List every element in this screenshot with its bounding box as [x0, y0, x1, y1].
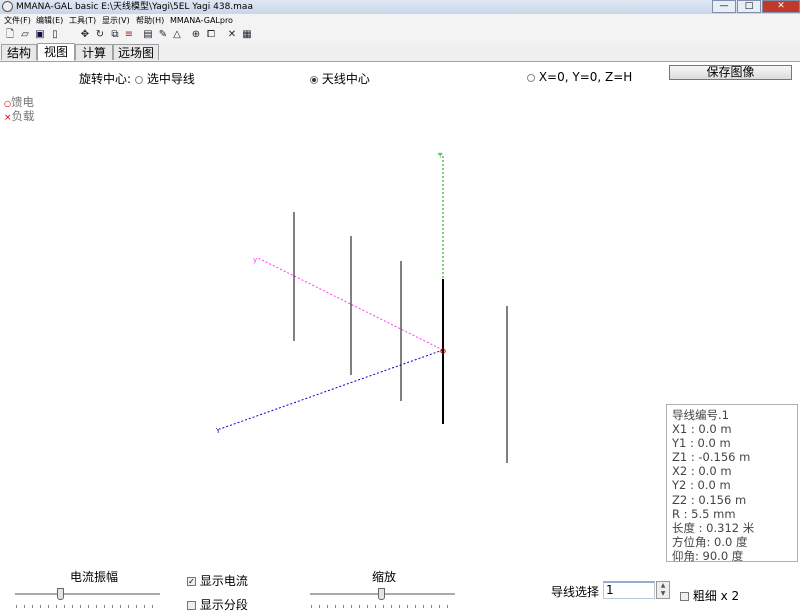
triangle-icon[interactable]: △ — [172, 30, 182, 40]
radio-selected-wire[interactable]: 选中导线 — [135, 70, 195, 87]
wire-x2: X2 : 0.0 m — [672, 464, 732, 479]
menu-view[interactable]: 显示(V) — [102, 14, 130, 27]
tab-view[interactable]: 视图 — [37, 43, 75, 61]
menu-edit[interactable]: 编辑(E) — [36, 14, 63, 27]
tools-icon[interactable]: ✕ — [227, 30, 237, 40]
load-mark-icon: × — [4, 113, 12, 123]
checkbox-unchecked-icon — [187, 601, 196, 610]
zoom-ticks — [311, 605, 455, 608]
radio-selected-wire-label: 选中导线 — [146, 72, 195, 86]
spin-up-icon[interactable]: ▲ — [657, 582, 669, 590]
minimize-button[interactable]: — — [712, 0, 736, 13]
show-current-label: 显示电流 — [199, 574, 248, 588]
target-icon[interactable]: ⊕ — [191, 30, 201, 40]
edit-icon[interactable]: ✎ — [158, 30, 168, 40]
tab-structure[interactable]: 结构 — [1, 44, 37, 60]
menu-help[interactable]: 帮助(H) — [136, 14, 164, 27]
title-bar: MMANA-GAL basic E:\天线模型\Yagi\5EL Yagi 43… — [0, 0, 800, 15]
close-button[interactable]: ✕ — [762, 0, 800, 13]
open-icon[interactable]: ▱ — [20, 30, 30, 40]
page-icon[interactable]: ▤ — [143, 30, 153, 40]
wire-select-spinner[interactable]: ▲ ▼ — [656, 581, 670, 599]
wire-elevation: 仰角: 90.0 度 — [672, 548, 744, 563]
wire-y2: Y2 : 0.0 m — [672, 478, 731, 493]
app-icon[interactable] — [2, 1, 13, 12]
radio-origin-label: X=0, Y=0, Z=H — [538, 70, 633, 84]
radio-origin[interactable]: X=0, Y=0, Z=H — [527, 70, 632, 84]
current-amplitude-slider[interactable] — [15, 593, 160, 596]
save-image-button[interactable]: 保存图像 — [669, 65, 792, 80]
toolbar: 🗋 ▱ ▣ ▯ ✥ ↻ ⧉ ≡ ▤ ✎ △ ⊕ ⧠ ✕ ▦ — [0, 27, 800, 43]
feed-mark-icon: ○ — [4, 99, 11, 108]
window-title: MMANA-GAL basic E:\天线模型\Yagi\5EL Yagi 43… — [16, 2, 253, 12]
wire-radius: R : 5.5 mm — [672, 506, 736, 521]
legend-load-label: 负载 — [11, 109, 35, 123]
info-icon[interactable]: ▯ — [50, 30, 60, 40]
checkbox-checked-icon: ✓ — [187, 577, 196, 586]
move-icon[interactable]: ✥ — [80, 30, 90, 40]
legend-load: ×负载 — [4, 108, 35, 124]
wire-length: 长度 : 0.312 米 — [672, 520, 755, 535]
zoom-label: 缩放 — [372, 570, 397, 584]
legend-feed-label: 馈电 — [10, 95, 34, 109]
wire-select-label: 导线选择 — [551, 585, 600, 599]
wire-icon[interactable]: ≡ — [124, 30, 134, 40]
radio-circle — [310, 75, 318, 84]
wire-info-panel: 导线编号.1 X1 : 0.0 m Y1 : 0.0 m Z1 : -0.156… — [666, 404, 798, 563]
maximize-button[interactable]: □ — [737, 0, 761, 13]
wire-number: 导线编号.1 — [672, 408, 729, 422]
menu-bar: 文件(F) 编辑(E) 工具(T) 显示(V) 帮助(H) MMANA-GALp… — [0, 14, 800, 27]
current-amplitude-ticks — [16, 605, 160, 608]
wire-z1: Z1 : -0.156 m — [672, 450, 751, 465]
radio-circle — [527, 73, 535, 82]
rotate-icon[interactable]: ↻ — [95, 30, 105, 40]
radio-circle — [135, 75, 143, 84]
menu-pro[interactable]: MMANA-GALpro — [170, 14, 233, 27]
show-segments-checkbox[interactable]: 显示分段 — [187, 596, 248, 613]
rotation-center-label: 旋转中心: — [79, 72, 132, 86]
z-axis-end-icon: ╤ — [437, 150, 443, 158]
antenna-view[interactable]: Y y ╤ — [0, 125, 660, 575]
tab-far-field[interactable]: 远场图 — [113, 44, 159, 60]
thick-label: 粗细 x 2 — [692, 589, 740, 603]
radio-antenna-center-label: 天线中心 — [321, 72, 370, 86]
current-amplitude-thumb[interactable] — [57, 588, 64, 600]
x-axis-line — [219, 349, 444, 430]
copy-icon[interactable]: ⧠ — [206, 30, 216, 40]
x-axis-end-icon: Y — [215, 427, 221, 435]
save-icon[interactable]: ▣ — [35, 30, 45, 40]
current-amplitude-label: 电流振幅 — [70, 570, 119, 584]
wire-z2: Z2 : 0.156 m — [672, 492, 747, 507]
show-current-checkbox[interactable]: ✓ 显示电流 — [187, 572, 248, 589]
tab-bar: 结构 视图 计算 远场图 — [0, 43, 800, 62]
new-icon[interactable]: 🗋 — [5, 30, 15, 40]
wire-azimuth: 方位角: 0.0 度 — [672, 534, 748, 549]
menu-file[interactable]: 文件(F) — [4, 14, 31, 27]
radio-antenna-center[interactable]: 天线中心 — [310, 70, 370, 87]
tab-calculate[interactable]: 计算 — [75, 44, 113, 60]
spin-down-icon[interactable]: ▼ — [657, 590, 669, 598]
y-axis-end-icon: y — [253, 256, 257, 264]
wire-x1: X1 : 0.0 m — [672, 422, 732, 437]
zoom-thumb[interactable] — [378, 588, 385, 600]
thick-checkbox[interactable]: 粗细 x 2 — [680, 587, 739, 604]
wire-y1: Y1 : 0.0 m — [672, 436, 731, 451]
menu-tools[interactable]: 工具(T) — [69, 14, 96, 27]
calculator-icon[interactable]: ▦ — [242, 30, 252, 40]
show-segments-label: 显示分段 — [199, 598, 248, 612]
wire-select-input[interactable]: 1 — [603, 581, 655, 599]
zoom-icon[interactable]: ⧉ — [110, 30, 120, 40]
checkbox-unchecked-icon — [680, 592, 689, 601]
